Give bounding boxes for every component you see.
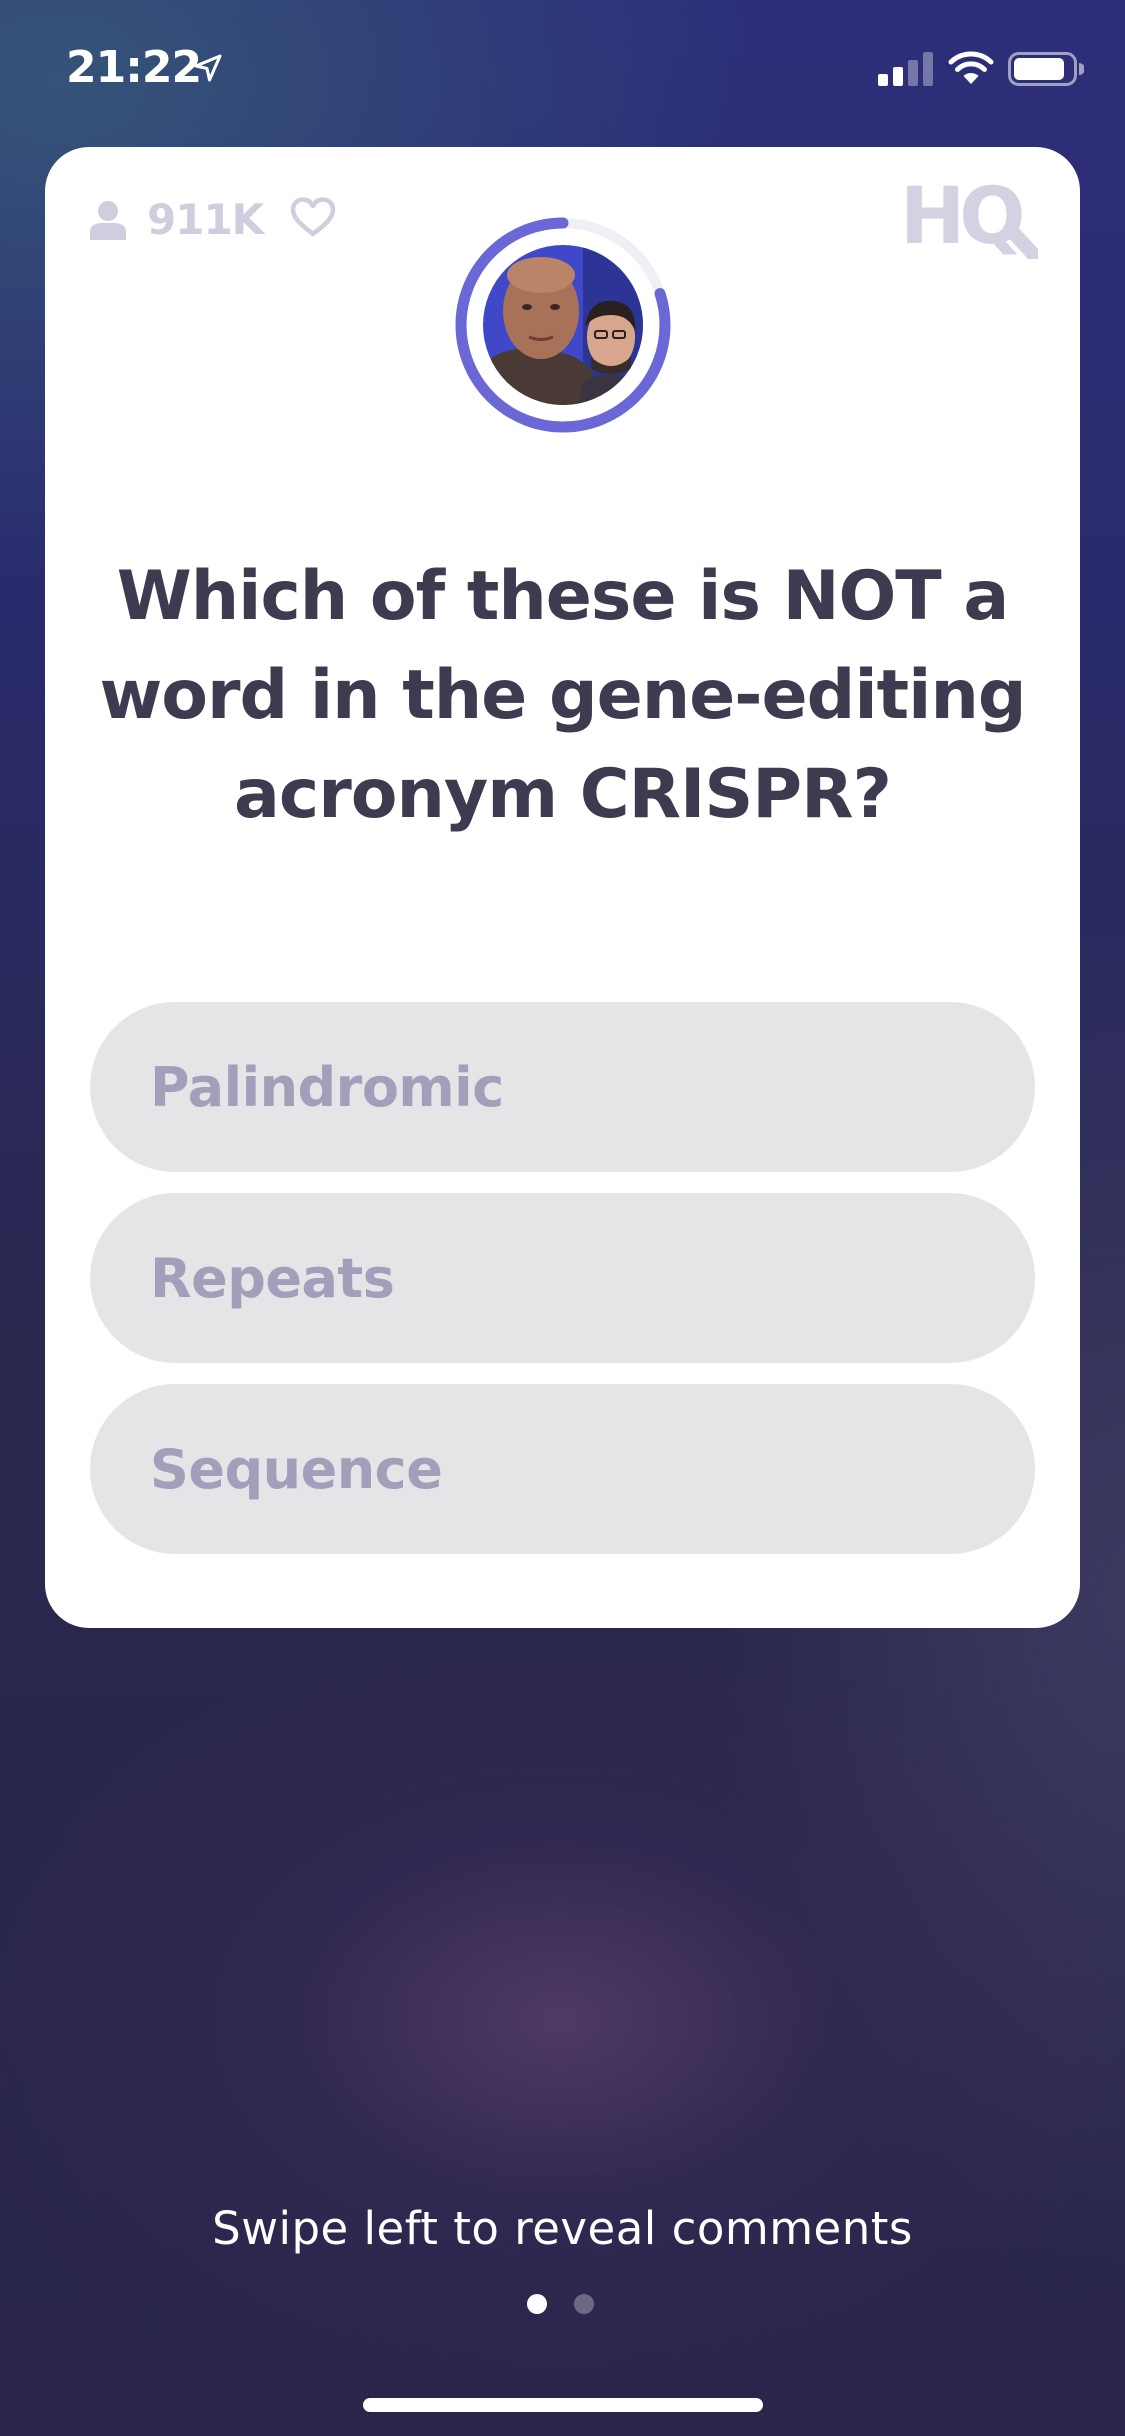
- page-indicator[interactable]: [527, 2294, 621, 2314]
- swipe-hint: Swipe left to reveal comments: [212, 2202, 913, 2255]
- location-arrow-icon: [194, 54, 222, 82]
- answer-list: Palindromic Repeats Sequence: [90, 1002, 1035, 1575]
- answer-option-label: Palindromic: [150, 1055, 504, 1119]
- answer-option-2[interactable]: Repeats: [90, 1193, 1035, 1363]
- answer-option-1[interactable]: Palindromic: [90, 1002, 1035, 1172]
- home-indicator[interactable]: [363, 2398, 763, 2412]
- countdown-timer: [453, 215, 673, 435]
- hq-logo-text: HQ: [900, 175, 1022, 259]
- status-time: 21:22: [66, 42, 202, 93]
- wifi-icon: [948, 51, 994, 84]
- question-text: Which of these is NOT a word in the gene…: [99, 557, 1026, 834]
- hq-logo: HQ: [900, 175, 1038, 259]
- viewer-count: 911K: [147, 195, 264, 244]
- heart-icon[interactable]: [290, 197, 336, 237]
- question-card: 911K HQ Which of these is NOT a word in …: [45, 147, 1080, 1628]
- status-bar: 21:22: [0, 0, 1125, 140]
- battery-icon: [1008, 52, 1084, 86]
- answer-option-label: Sequence: [150, 1437, 443, 1501]
- answer-option-label: Repeats: [150, 1246, 395, 1310]
- page-dot-inactive: [574, 2294, 594, 2314]
- answer-option-3[interactable]: Sequence: [90, 1384, 1035, 1554]
- host-avatar: [483, 245, 643, 405]
- viewer-count-group: 911K: [89, 195, 264, 244]
- cellular-signal-icon: [878, 52, 933, 86]
- page-dot-active: [527, 2294, 547, 2314]
- user-icon: [90, 200, 126, 240]
